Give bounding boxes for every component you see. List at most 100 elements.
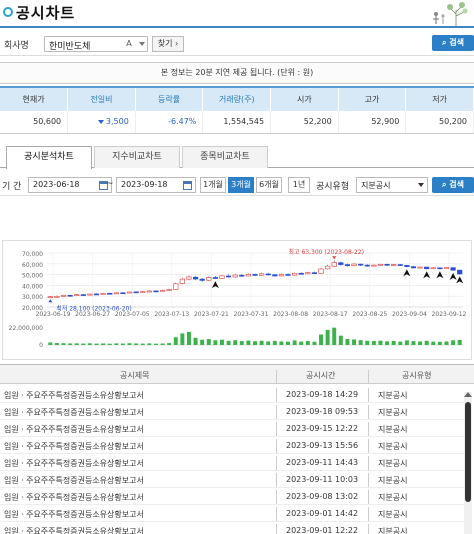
column-divider [368,473,369,487]
candle-body [120,292,126,295]
disclosure-row[interactable]: 임원ㆍ주요주주특정증권등소유상황보고서 2023-09-15 12:22 지분공시 [0,420,464,437]
start-date-value: 2023-06-18 [33,180,80,189]
candle-body [443,267,450,269]
company-input[interactable]: 한미반도체 A [44,36,148,52]
period-1y-button[interactable]: 1년 [288,177,310,193]
disclosure-row[interactable]: 임원ㆍ주요주주특정증권등소유상황보고서 2023-09-18 09:53 지분공시 [0,403,464,420]
volume-bar [74,343,79,345]
volume-bar [385,341,390,345]
disclosure-title: 임원ㆍ주요주주특정증권등소유상황보고서 [4,408,144,417]
candle-body [206,277,212,281]
disclosure-header-title: 공시제목 [120,371,150,380]
disclosure-title: 임원ㆍ주요주주특정증권등소유상황보고서 [4,391,144,400]
volume-bar [180,333,185,345]
disclosure-event-icon [449,272,457,280]
candle-body [358,263,364,266]
disclosure-row[interactable]: 임원ㆍ주요주주특정증권등소유상황보고서 2023-09-18 14:29 지분공시 [0,386,464,403]
calendar-icon[interactable] [183,181,192,190]
volume-bar [299,341,304,345]
x-tick-label: 2023-08-25 [352,311,387,318]
tab-index-compare[interactable]: 지수비교차트 [94,146,180,168]
disclosure-row[interactable]: 임원ㆍ주요주주특정증권등소유상황보고서 2023-09-11 10:03 지분공시 [0,471,464,488]
candle-body [437,267,443,270]
disclosure-event-icon [211,281,219,289]
family-tree-decoration-icon [433,2,468,26]
disclosure-time: 2023-09-11 14:43 [286,458,359,467]
disclosure-type-select[interactable]: 지분공시 [356,177,428,193]
x-tick-label: 2023-09-04 [392,311,427,318]
candle-body [74,294,80,296]
volume-bar [305,341,310,345]
list-scrollbar[interactable] [464,392,472,534]
disclosure-type: 지분공시 [378,442,408,451]
tab-disclosure-chart[interactable]: 공시분석차트 [6,146,92,169]
candle-body [258,273,265,276]
quote-header: 시가 [270,86,339,111]
candle-body [153,290,159,293]
disclosure-row[interactable]: 임원ㆍ주요주주특정증권등소유상황보고서 2023-09-08 13:02 지분공시 [0,488,464,505]
x-tick-label: 2023-08-17 [313,311,348,318]
period-3m-button[interactable]: 3개월 [228,177,254,193]
volume-bar [431,341,436,345]
search-button-label: 검색 [449,180,464,189]
volume-bar [193,337,198,345]
candle-body [80,294,86,296]
current-price: 50,600 [0,111,69,134]
candle-body [417,266,423,269]
find-button[interactable]: 찾기 › [152,36,184,52]
high-price-label: 최고 63,300 (2023-08-22) [289,248,364,256]
volume-bar [94,343,99,345]
column-divider [276,473,277,487]
disclosure-row[interactable]: 임원ㆍ주요주주특정증권등소유상황보고서 2023-09-01 12:22 지분공시 [0,522,464,534]
candle-body [351,263,357,266]
disclosure-header-type: 공시유형 [402,371,432,380]
open-price: 52,200 [270,111,339,134]
column-divider [276,388,277,402]
candle-body [404,265,410,268]
candle-body [173,283,179,290]
candle-body [292,273,298,276]
volume-bar [140,343,145,345]
volume-bar [279,341,284,345]
period-1m-button[interactable]: 1개월 [200,177,226,193]
disclosure-type: 지분공시 [378,459,408,468]
column-divider [276,490,277,504]
disclosure-list: 공시제목 공시시간 공시유형 임원ㆍ주요주주특정증권등소유상황보고서 2023-0… [0,364,474,534]
end-date-input[interactable]: 2023-09-18 [116,177,196,193]
volume-bar [378,340,383,345]
tab-stock-compare[interactable]: 종목비교차트 [182,146,268,168]
column-divider [276,524,277,534]
column-divider [276,439,277,453]
start-date-input[interactable]: 2023-06-18 [28,177,112,193]
disclosure-type-value: 지분공시 [361,181,391,190]
scroll-up-icon[interactable] [464,392,472,397]
scroll-thumb[interactable] [465,402,471,502]
column-divider [368,490,369,504]
company-search-button[interactable]: ⌕ 검색 [432,35,474,51]
company-dropdown-icon[interactable] [139,42,145,46]
disclosure-row[interactable]: 임원ㆍ주요주주특정증권등소유상황보고서 2023-09-11 14:43 지분공시 [0,454,464,471]
candle-body [331,262,337,267]
candle-body [67,295,73,297]
column-divider [368,388,369,402]
volume-bar [167,343,172,345]
find-button-label: 찾기 [157,39,173,48]
disclosure-chart: 70,000 60,000 50,000 40,000 30,000 20,000 2023… [2,240,472,360]
volume-bar [404,340,409,345]
candle-body [126,291,133,294]
column-divider [368,370,369,384]
y-tick-label: 30,000 [22,294,43,301]
column-divider [368,422,369,436]
candle-body [265,273,271,276]
volume-bar [173,337,178,345]
period-6m-button[interactable]: 6개월 [256,177,282,193]
ime-toggle-button[interactable]: A [123,38,135,50]
volume-bar [451,340,456,345]
period-search-button[interactable]: ⌕ 검색 [432,177,474,193]
volume-bar [444,341,449,345]
disclosure-row[interactable]: 임원ㆍ주요주주특정증권등소유상황보고서 2023-09-13 15:56 지분공시 [0,437,464,454]
candle-body [166,289,172,291]
company-value: 한미반도체 [49,42,91,52]
disclosure-row[interactable]: 임원ㆍ주요주주특정증권등소유상황보고서 2023-09-01 14:42 지분공시 [0,505,464,522]
volume-bar [127,343,132,345]
